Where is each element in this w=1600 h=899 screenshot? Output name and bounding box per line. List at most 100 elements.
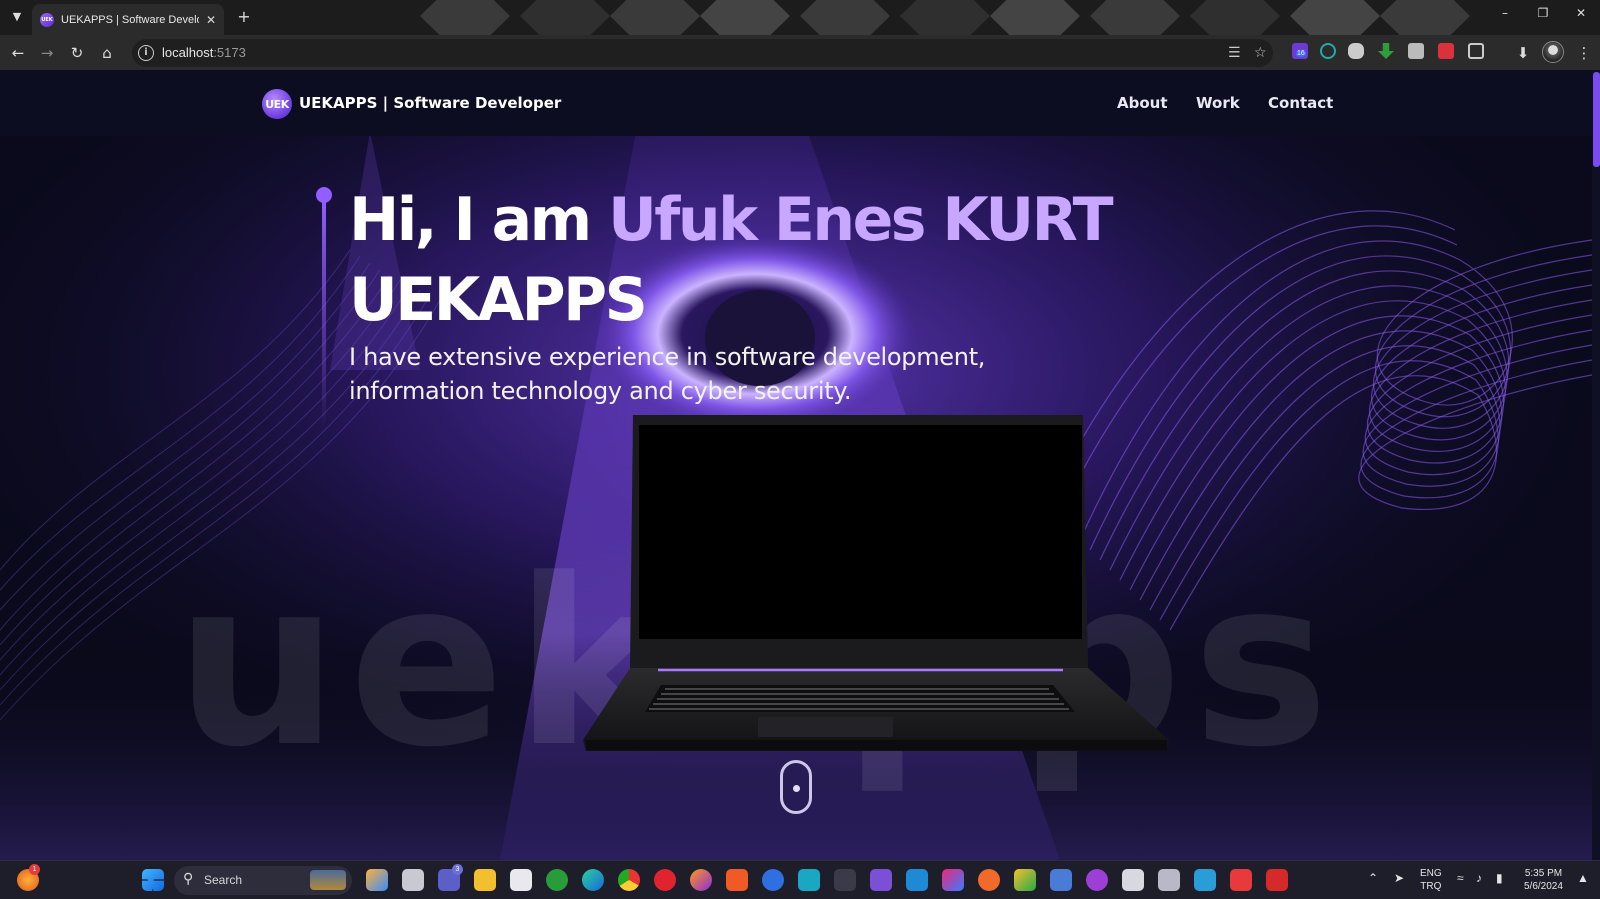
extension-red-icon[interactable] — [1438, 43, 1454, 59]
restore-icon[interactable]: ❐ — [1533, 6, 1553, 20]
scrollbar-thumb[interactable] — [1593, 72, 1600, 167]
tabbar-decoration — [990, 0, 1080, 35]
address-bar[interactable]: i localhost:5173 ☰ ☆ — [132, 39, 1273, 67]
page-scrollbar[interactable] — [1592, 70, 1600, 860]
hero-title: UEKAPPS — [349, 265, 648, 335]
screenshot-extension-icon[interactable] — [1408, 43, 1424, 59]
home-icon[interactable]: ⌂ — [97, 43, 117, 63]
hero-heading: Hi, I am Ufuk Enes KURT UEKAPPS — [349, 180, 1113, 340]
tab-title: UEKAPPS | Software Developer — [61, 13, 199, 26]
jetbrains-icon[interactable] — [942, 869, 964, 891]
tray-chevron-icon[interactable]: ⌃ — [1368, 871, 1378, 885]
extensions-puzzle-icon[interactable] — [1468, 43, 1484, 59]
windows-taskbar: 1 ⚲ Search 3 ⌃ ➤ ENG TRQ ≈ ♪ ▮ 5:35 PM 5… — [0, 860, 1600, 899]
clock-date: 5/6/2024 — [1524, 881, 1563, 892]
reload-icon[interactable]: ↻ — [67, 43, 87, 63]
tabbar-decoration — [610, 0, 700, 35]
opera-icon[interactable] — [654, 869, 676, 891]
hero-subtitle-line1: I have extensive experience in software … — [349, 343, 986, 371]
address-url[interactable]: localhost:5173 — [162, 45, 246, 60]
vscode-icon[interactable] — [906, 869, 928, 891]
visual-studio-icon[interactable] — [870, 869, 892, 891]
copilot-icon[interactable] — [366, 869, 388, 891]
search-icon: ⚲ — [183, 871, 194, 887]
download-manager-icon[interactable] — [1378, 43, 1394, 59]
extension-badge-icon[interactable]: 16 — [1292, 43, 1308, 59]
hero-timeline-line — [322, 200, 326, 430]
anydesk-icon[interactable] — [1266, 869, 1288, 891]
scroll-down-indicator[interactable] — [780, 760, 812, 814]
new-tab-button[interactable]: + — [233, 6, 255, 28]
app-paint-icon[interactable] — [1014, 869, 1036, 891]
site-logo[interactable]: UEK — [262, 89, 292, 119]
postman-icon[interactable] — [978, 869, 1000, 891]
tabbar-decoration — [1190, 0, 1280, 35]
translate-icon[interactable]: ☰ — [1228, 45, 1241, 61]
site-brand[interactable]: UEKAPPS | Software Developer — [299, 94, 561, 112]
tray-location-icon[interactable]: ➤ — [1394, 871, 1404, 885]
back-icon[interactable]: ← — [8, 43, 28, 63]
microsoft-store-icon[interactable] — [510, 869, 532, 891]
site-navbar: UEK UEKAPPS | Software Developer About W… — [0, 70, 1592, 136]
nav-about-link[interactable]: About — [1117, 94, 1168, 112]
browser-menu-icon[interactable]: ⋮ — [1574, 43, 1594, 63]
nav-contact-link[interactable]: Contact — [1268, 94, 1333, 112]
app-tree-icon[interactable] — [834, 869, 856, 891]
app-bolt-icon[interactable] — [798, 869, 820, 891]
app-blue-squares-icon[interactable] — [1194, 869, 1216, 891]
tab-close-icon[interactable]: ✕ — [206, 13, 216, 27]
tab-search-dropdown-icon[interactable]: ▼ — [7, 7, 27, 27]
brave-icon[interactable] — [726, 869, 748, 891]
nav-work-link[interactable]: Work — [1196, 94, 1240, 112]
chromium-icon[interactable] — [762, 869, 784, 891]
extension-puzzle-dark-icon[interactable] — [1348, 43, 1364, 59]
notification-bell-icon[interactable]: ▲ — [1577, 871, 1589, 885]
app-window-icon[interactable] — [1050, 869, 1072, 891]
app-sheet-icon[interactable] — [1122, 869, 1144, 891]
close-window-icon[interactable]: ✕ — [1571, 6, 1591, 20]
clock[interactable]: 5:35 PM 5/6/2024 — [1524, 867, 1563, 893]
extension-count: 16 — [1296, 50, 1306, 57]
forward-icon[interactable]: → — [37, 43, 57, 63]
firefox-icon[interactable] — [690, 869, 712, 891]
file-explorer-icon[interactable] — [474, 869, 496, 891]
search-highlight-icon — [310, 870, 346, 890]
site-info-icon[interactable]: i — [138, 45, 154, 61]
app-red-c-icon[interactable] — [1230, 869, 1252, 891]
virtualbox-icon[interactable] — [1158, 869, 1180, 891]
edge-icon[interactable] — [582, 869, 604, 891]
wifi-icon[interactable]: ≈ — [1457, 871, 1464, 885]
minimize-icon[interactable]: – — [1495, 6, 1515, 20]
laptop-3d-model[interactable] — [583, 415, 1169, 835]
task-view-icon[interactable] — [402, 869, 424, 891]
tabbar-decoration — [900, 0, 990, 35]
browser-tab-active[interactable]: UEK UEKAPPS | Software Developer ✕ — [32, 4, 224, 35]
tabbar-decoration — [700, 0, 790, 35]
volume-icon[interactable]: ♪ — [1476, 871, 1482, 885]
language-indicator[interactable]: ENG TRQ — [1420, 867, 1442, 893]
chrome-icon[interactable] — [618, 869, 640, 891]
teams-badge: 3 — [452, 864, 463, 875]
tabbar-decoration — [420, 0, 510, 35]
widgets-badge: 1 — [29, 864, 40, 875]
app-purple-icon[interactable] — [1086, 869, 1108, 891]
teams-icon[interactable]: 3 — [438, 864, 463, 891]
tabbar-decoration — [520, 0, 610, 35]
taskbar-search-label: Search — [204, 873, 243, 887]
start-icon[interactable] — [142, 869, 164, 891]
widgets-icon[interactable]: 1 — [17, 864, 40, 891]
downloads-icon[interactable]: ⬇ — [1513, 43, 1533, 63]
tabbar-decoration — [1290, 0, 1380, 35]
battery-icon[interactable]: ▮ — [1496, 871, 1503, 885]
xbox-icon[interactable] — [546, 869, 568, 891]
extension-teal-icon[interactable] — [1320, 43, 1336, 59]
bookmark-star-icon[interactable]: ☆ — [1254, 45, 1267, 61]
taskbar-search[interactable]: ⚲ Search — [174, 866, 352, 895]
favicon-icon: UEK — [40, 12, 54, 27]
hero-subtitle-line2: information technology and cyber securit… — [349, 377, 852, 405]
scroll-indicator-dot — [793, 785, 800, 792]
profile-avatar[interactable] — [1542, 41, 1564, 63]
hero-greeting: Hi, I am — [349, 185, 609, 255]
language-line2: TRQ — [1420, 881, 1442, 892]
tabbar-decoration — [1380, 0, 1470, 35]
